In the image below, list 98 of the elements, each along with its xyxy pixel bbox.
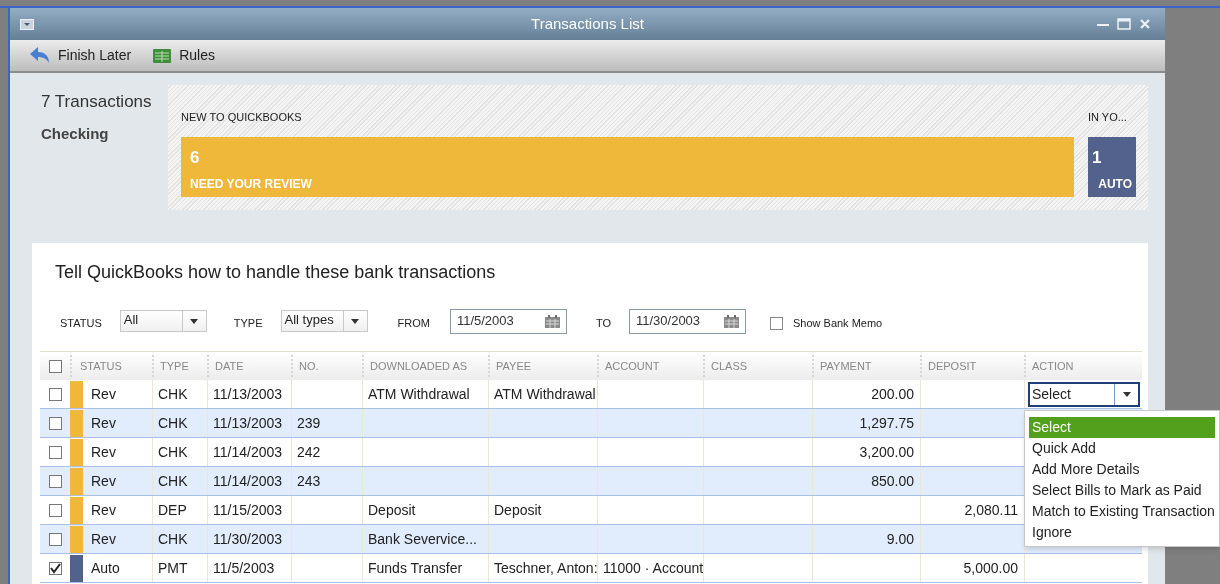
table-cell-text: 11/13/2003: [213, 384, 283, 404]
instructions-heading: Tell QuickBooks how to handle these bank transactions: [55, 261, 497, 284]
menu-item[interactable]: Quick Add: [1029, 438, 1215, 459]
summary-heading: NEW TO QUICKBOOKS: [181, 110, 303, 125]
tile-label: AUTO: [1098, 176, 1132, 193]
menu-item[interactable]: Select: [1029, 417, 1215, 438]
finish-later-button[interactable]: Finish Later: [30, 45, 132, 66]
rules-button[interactable]: Rules: [153, 45, 215, 66]
maximize-icon[interactable]: [1117, 18, 1131, 30]
table-cell-text: Deposit: [368, 500, 416, 520]
table-cell-text: CHK: [158, 442, 188, 462]
table-cell-text: Teschner, Anton:: [494, 558, 597, 578]
close-icon[interactable]: [1139, 18, 1151, 30]
checkbox[interactable]: [48, 416, 62, 430]
table-cell-text: 243: [297, 471, 321, 491]
caret-icon: [190, 318, 199, 324]
calendar-icon[interactable]: [544, 314, 560, 328]
filter-label: TYPE: [233, 315, 263, 331]
table-cell-text: CHK: [158, 413, 188, 433]
table-cell-text: Rev: [91, 471, 116, 491]
column-header[interactable]: DEPOSIT: [928, 357, 977, 375]
column-header[interactable]: STATUS: [80, 357, 122, 375]
table-cell-text: Rev: [91, 384, 116, 404]
auto-tile[interactable]: 1 AUTO: [1088, 137, 1136, 197]
table-cell-text: ATM Withdrawal: [494, 384, 596, 404]
column-header[interactable]: DOWNLOADED AS: [370, 357, 468, 375]
table-icon: [153, 48, 172, 63]
checkbox[interactable]: [769, 316, 783, 330]
table-cell-text: 11000 · Account: [603, 558, 703, 578]
window-menu-icon[interactable]: [20, 18, 34, 30]
checkbox[interactable]: [48, 445, 62, 459]
table-cell-text: 3,200.00: [859, 442, 914, 462]
column-header[interactable]: ACCOUNT: [605, 357, 660, 375]
table-cell-text: CHK: [158, 384, 188, 404]
back-arrow-icon: [30, 47, 50, 64]
table-cell-text: Rev: [91, 413, 116, 433]
checkbox[interactable]: [48, 474, 62, 488]
filter-label: TO: [595, 315, 611, 331]
table-cell-text: CHK: [158, 471, 188, 491]
filter-label: STATUS: [60, 315, 102, 331]
table-cell-text: Rev: [91, 500, 116, 520]
caret-icon: [1122, 391, 1131, 397]
column-header[interactable]: NO.: [299, 357, 319, 375]
table-cell-text: 239: [297, 413, 321, 433]
table-cell-text: Rev: [91, 529, 116, 549]
table-cell-text: PMT: [158, 558, 188, 578]
table-cell-text: 242: [297, 442, 321, 462]
table-cell-text: 11/30/2003: [213, 529, 283, 549]
date-field[interactable]: 11/5/2003: [449, 308, 567, 334]
table-cell-text: 200.00: [871, 384, 914, 404]
table-cell-text: Funds Transfer: [368, 558, 463, 578]
tile-count: 6: [190, 149, 201, 166]
calendar-icon[interactable]: [723, 314, 739, 328]
window-title: Transactions List: [531, 13, 644, 34]
checkbox[interactable]: [48, 532, 62, 546]
column-header[interactable]: ACTION: [1032, 357, 1074, 375]
caret-icon: [351, 318, 359, 324]
checkbox[interactable]: [48, 359, 62, 373]
table-cell-text: DEP: [158, 500, 187, 520]
checkbox[interactable]: [48, 387, 62, 401]
summary-heading: IN YO...: [1088, 110, 1128, 125]
table-cell-text: ATM Withdrawal: [368, 384, 470, 404]
table-cell-text: Rev: [91, 442, 116, 462]
menu-item[interactable]: Select Bills to Mark as Paid: [1029, 480, 1215, 501]
table-cell-text: 2,080.11: [964, 500, 1018, 520]
table-cell-text: CHK: [158, 529, 188, 549]
table-cell-text: 5,000.00: [963, 558, 1018, 578]
column-header[interactable]: CLASS: [711, 357, 748, 375]
table-cell-text: Auto: [91, 558, 120, 578]
column-header[interactable]: PAYMENT: [820, 357, 872, 375]
table-cell-text: 11/5/2003: [213, 558, 275, 578]
menu-item[interactable]: Ignore: [1029, 522, 1215, 543]
menu-item[interactable]: Add More Details: [1029, 459, 1215, 480]
table-cell-text: Deposit: [494, 500, 542, 520]
filter-label: FROM: [397, 315, 430, 331]
transaction-count: 7 Transactions: [41, 91, 153, 113]
table-cell-text: 11/15/2003: [213, 500, 283, 520]
account-name: Checking: [41, 123, 110, 144]
checkbox[interactable]: [48, 503, 62, 517]
menu-item[interactable]: Match to Existing Transaction: [1029, 501, 1215, 522]
table-cell-text: Bank Severvice...: [368, 529, 477, 549]
filter-dropdown[interactable]: All types: [280, 310, 368, 332]
table-cell-text: 1,297.75: [859, 413, 914, 433]
table-cell-text: 9.00: [886, 529, 914, 549]
filter-dropdown[interactable]: All: [119, 310, 207, 332]
column-header[interactable]: PAYEE: [496, 357, 532, 375]
date-field[interactable]: 11/30/2003: [628, 308, 746, 334]
table-cell-text: 850.00: [871, 471, 914, 491]
checkbox[interactable]: [48, 561, 62, 575]
tile-count: 1: [1092, 149, 1103, 166]
table-cell-text: 11/14/2003: [213, 442, 283, 462]
column-header[interactable]: TYPE: [160, 357, 189, 375]
table-cell-text: 11/14/2003: [213, 471, 283, 491]
column-header[interactable]: DATE: [215, 357, 244, 375]
tile-label: NEED YOUR REVIEW: [190, 176, 313, 193]
checkbox-label: Show Bank Memo: [792, 315, 883, 331]
table-cell-text: 11/13/2003: [213, 413, 283, 433]
action-dropdown[interactable]: Select: [1028, 381, 1140, 407]
